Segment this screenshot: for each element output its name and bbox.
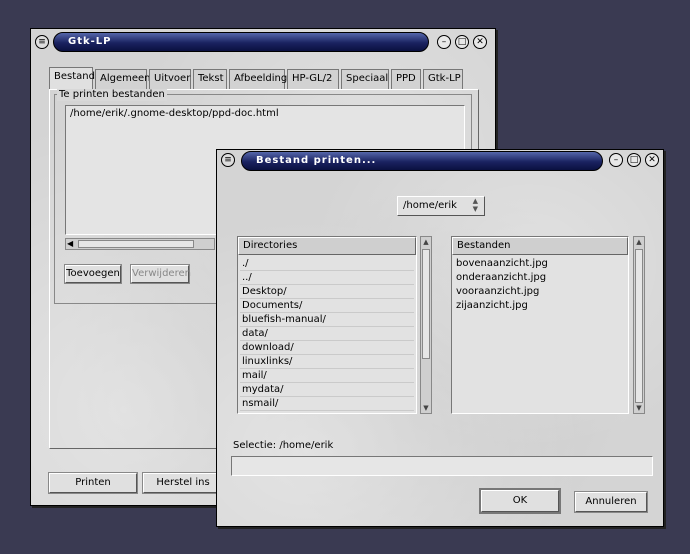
scroll-thumb[interactable] <box>422 249 430 359</box>
list-item[interactable]: Documents/ <box>240 299 414 313</box>
window-menu-icon[interactable]: ≡ <box>221 153 235 167</box>
maximize-icon[interactable]: □ <box>455 35 469 49</box>
close-icon[interactable]: ✕ <box>645 153 659 167</box>
tab-label: Algemeen <box>100 73 151 84</box>
main-window-titlebar[interactable]: Gtk-LP <box>53 32 429 52</box>
print-button-label: Printen <box>75 477 111 488</box>
ok-button[interactable]: OK <box>479 488 561 514</box>
dialog-titlebar[interactable]: Bestand printen... <box>241 151 603 171</box>
close-icon[interactable]: ✕ <box>473 35 487 49</box>
ok-button-label: OK <box>512 495 528 506</box>
files-header-label: Bestanden <box>457 240 511 251</box>
tab-label: Bestand <box>54 71 95 82</box>
maximize-icon[interactable]: □ <box>627 153 641 167</box>
list-item[interactable]: bluefish-manual/ <box>240 313 414 327</box>
scroll-left-icon[interactable]: ◀ <box>67 239 73 249</box>
tab-bar: Bestand Algemeen Uitvoer Tekst Afbeeldin… <box>49 67 489 89</box>
directories-header-label: Directories <box>243 240 298 251</box>
list-item[interactable]: download/ <box>240 341 414 355</box>
tab-hpgl2[interactable]: HP-GL/2 <box>287 69 339 89</box>
files-vscrollbar[interactable]: ▲ ▼ <box>633 236 645 414</box>
remove-button-label: Verwijderen <box>132 268 191 279</box>
tab-label: Tekst <box>198 73 224 84</box>
directories-list[interactable]: Directories ./ ../ Desktop/ Documents/ b… <box>237 236 417 414</box>
directories-header[interactable]: Directories <box>238 237 416 255</box>
updown-icon: ▲ ▼ <box>472 197 478 213</box>
scroll-thumb[interactable] <box>78 240 194 248</box>
remove-button[interactable]: Verwijderen <box>130 264 191 284</box>
files-header[interactable]: Bestanden <box>452 237 628 255</box>
tab-tekst[interactable]: Tekst <box>193 69 227 89</box>
tab-algemeen[interactable]: Algemeen <box>95 69 151 89</box>
scroll-up-icon[interactable]: ▲ <box>421 237 431 247</box>
cancel-button[interactable]: Annuleren <box>574 491 648 513</box>
tab-afbeelding[interactable]: Afbeelding <box>229 69 288 89</box>
path-selector[interactable]: /home/erik ▲ ▼ <box>397 196 485 216</box>
reset-button[interactable]: Herstel ins <box>142 472 224 494</box>
list-item[interactable]: zijaanzicht.jpg <box>454 299 626 313</box>
list-item[interactable]: nsmail/ <box>240 397 414 411</box>
scroll-up-icon[interactable]: ▲ <box>634 237 644 247</box>
list-item[interactable]: linuxlinks/ <box>240 355 414 369</box>
minimize-icon[interactable]: – <box>437 35 451 49</box>
reset-button-label: Herstel ins <box>156 477 210 488</box>
minimize-icon[interactable]: – <box>609 153 623 167</box>
tab-uitvoer[interactable]: Uitvoer <box>149 69 191 89</box>
list-item[interactable]: Desktop/ <box>240 285 414 299</box>
window-menu-icon[interactable]: ≡ <box>35 35 49 49</box>
list-item[interactable]: ./ <box>240 257 414 271</box>
dialog-title: Bestand printen... <box>256 155 377 166</box>
tab-label: Uitvoer <box>154 73 191 84</box>
path-selector-value: /home/erik <box>403 200 457 211</box>
directories-vscrollbar[interactable]: ▲ ▼ <box>420 236 432 414</box>
list-item[interactable]: mail/ <box>240 369 414 383</box>
scroll-down-icon[interactable]: ▼ <box>634 403 644 413</box>
tab-label: Afbeelding <box>234 73 288 84</box>
add-button-label: Toevoegen <box>66 268 120 279</box>
print-button[interactable]: Printen <box>48 472 138 494</box>
tab-label: PPD <box>396 73 416 84</box>
add-button[interactable]: Toevoegen <box>64 264 122 284</box>
tab-ppd[interactable]: PPD <box>391 69 421 89</box>
scroll-thumb[interactable] <box>635 249 643 403</box>
tab-speciaal[interactable]: Speciaal <box>341 69 389 89</box>
list-item[interactable]: onderaanzicht.jpg <box>454 271 626 285</box>
files-list[interactable]: Bestanden bovenaanzicht.jpg onderaanzich… <box>451 236 629 414</box>
cancel-button-label: Annuleren <box>585 496 637 507</box>
tab-gtklp[interactable]: Gtk-LP <box>423 69 463 89</box>
selection-label: Selectie: /home/erik <box>233 440 334 451</box>
list-item[interactable]: vooraanzicht.jpg <box>454 285 626 299</box>
tab-label: Gtk-LP <box>428 73 461 84</box>
file-dialog: ≡ Bestand printen... – □ ✕ /home/erik ▲ ▼… <box>216 149 664 527</box>
selection-input[interactable] <box>231 456 653 476</box>
scroll-down-icon[interactable]: ▼ <box>421 403 431 413</box>
tab-label: HP-GL/2 <box>292 73 333 84</box>
list-item[interactable]: data/ <box>240 327 414 341</box>
files-hscrollbar[interactable]: ◀ <box>65 238 215 250</box>
list-item[interactable]: /home/erik/.gnome-desktop/ppd-doc.html <box>66 106 464 121</box>
list-item[interactable]: ../ <box>240 271 414 285</box>
tab-bestand[interactable]: Bestand <box>49 67 95 89</box>
files-group-label: Te printen bestanden <box>57 89 167 101</box>
list-item[interactable]: bovenaanzicht.jpg <box>454 257 626 271</box>
main-window-title: Gtk-LP <box>68 36 112 47</box>
tab-label: Speciaal <box>346 73 389 84</box>
list-item[interactable]: mydata/ <box>240 383 414 397</box>
